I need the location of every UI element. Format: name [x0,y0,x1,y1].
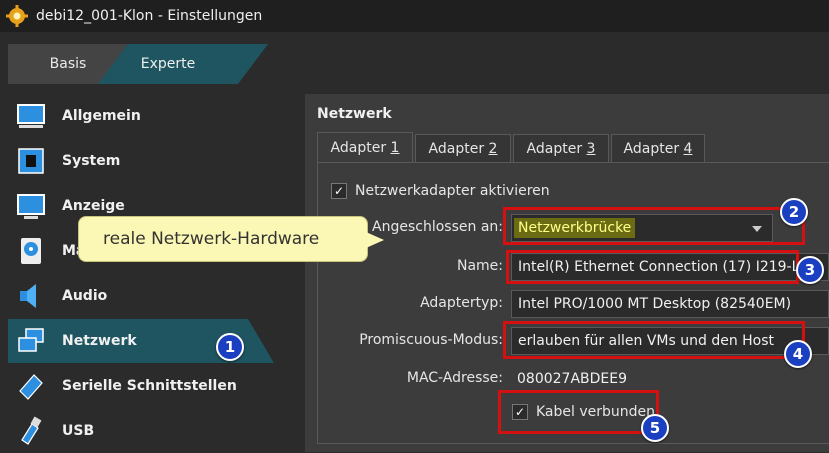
annotation-box-3 [506,250,799,284]
sidebar-item-label: USB [62,423,95,439]
tab-adapter-4[interactable]: Adapter 4 [611,134,705,163]
mac-label: MAC-Adresse: [406,370,503,386]
mac-input[interactable]: 080027ABDEE9 [511,365,829,393]
adapter-type-value: Intel PRO/1000 MT Desktop (82540EM) [518,296,792,312]
usb-icon [21,416,42,445]
tab-label: Adapter [623,141,684,157]
enable-adapter-checkbox[interactable]: ✓ Netzwerkadapter aktivieren [331,183,550,199]
tab-mnemonic: 3 [586,141,596,157]
adapter-type-label: Adaptertyp: [420,295,503,311]
enable-adapter-label: Netzwerkadapter aktivieren [355,183,550,199]
sidebar-item-label: System [62,153,121,169]
sidebar-item-audio[interactable]: Audio [0,274,270,318]
sidebar-item-label: Allgemein [62,108,141,124]
speaker-icon [20,284,36,308]
callout-note: reale Netzwerk-Hardware [78,216,368,262]
sidebar-item-label: Netzwerk [62,333,137,349]
annotation-box-5 [498,390,659,434]
window-title: debi12_001-Klon - Einstellungen [36,8,263,24]
promisc-label: Promiscuous-Modus: [359,332,503,348]
serial-port-icon [19,374,43,400]
network-icon [18,328,44,352]
sidebar-item-label: Anzeige [62,198,125,214]
storage-disk-icon [21,238,41,264]
checkmark-icon: ✓ [331,183,347,199]
monitor-general-icon [17,104,45,128]
tab-adapter-3[interactable]: Adapter 3 [513,134,609,163]
sidebar-item-allgemein[interactable]: Allgemein [0,94,270,138]
mode-experte-button[interactable]: Experte [98,44,268,84]
annotation-badge-4: 4 [784,340,812,368]
tab-mnemonic: 1 [390,140,400,156]
annotation-badge-2: 2 [780,198,808,226]
mode-experte-label: Experte [140,56,196,72]
sidebar-item-label: Serielle Schnittstellen [62,378,237,394]
name-label: Name: [456,258,503,274]
annotation-badge-3: 3 [796,256,824,284]
annotation-badge-1: 1 [216,333,244,361]
title-bar: debi12_001-Klon - Einstellungen [0,0,829,32]
tab-mnemonic: 2 [488,141,498,157]
adapter-tabs: Adapter 1 Adapter 2 Adapter 3 Adapter 4 [317,132,707,163]
tab-mnemonic: 4 [683,141,693,157]
annotation-box-4 [503,321,805,359]
mode-basis-label: Basis [49,56,87,72]
tab-adapter-1[interactable]: Adapter 1 [317,132,413,163]
mode-switcher: Basis Experte [0,32,829,90]
sidebar: Allgemein System Anzeige Ma Audio Netzwe… [0,94,300,452]
sidebar-item-usb[interactable]: USB [0,409,270,453]
tab-label: Adapter [428,141,489,157]
annotation-box-2 [503,207,805,245]
adapter-type-combobox[interactable]: Intel PRO/1000 MT Desktop (82540EM) [511,290,829,318]
callout-text: reale Netzwerk-Hardware [103,229,320,249]
sidebar-item-system[interactable]: System [0,139,270,183]
callout-pointer [366,232,384,248]
tab-label: Adapter [526,141,587,157]
sidebar-item-seriell[interactable]: Serielle Schnittstellen [0,364,270,408]
chip-icon [18,148,44,174]
tab-adapter-2[interactable]: Adapter 2 [415,134,511,163]
display-icon [17,194,45,219]
sidebar-item-label: Audio [62,288,108,304]
page-title: Netzwerk [317,106,392,122]
tab-label: Adapter [330,140,391,156]
annotation-badge-5: 5 [641,414,669,442]
gear-icon [6,5,28,27]
mac-value: 080027ABDEE9 [517,371,628,387]
